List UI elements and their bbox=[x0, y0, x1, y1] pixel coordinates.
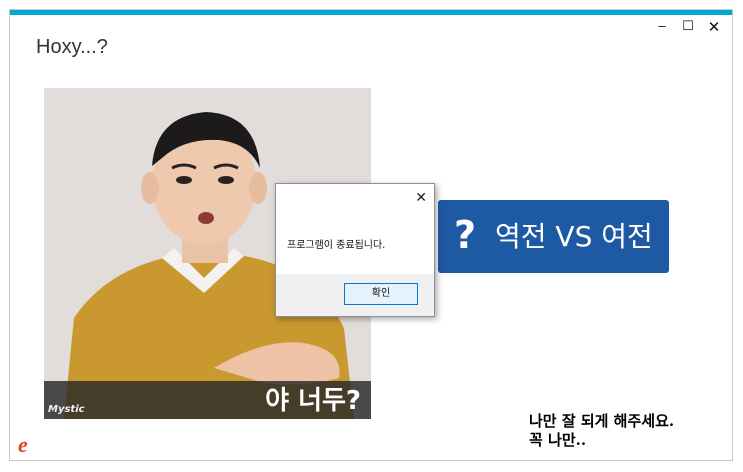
maximize-button[interactable]: ☐ bbox=[679, 18, 697, 36]
app-window: Hoxy...? ‒ ☐ ✕ Mystic 야 너두? ? 역전 VS 여전 ✕ bbox=[9, 9, 733, 461]
dialog-footer: 확인 bbox=[276, 274, 434, 316]
window-title: Hoxy...? bbox=[36, 36, 108, 58]
reversal-button-label: 역전 VS 여전 bbox=[495, 220, 653, 253]
message-dialog: ✕ 프로그램이 종료됩니다. 확인 bbox=[275, 183, 435, 317]
dialog-message: 프로그램이 종료됩니다. bbox=[287, 240, 386, 251]
internet-explorer-icon[interactable]: e bbox=[18, 432, 28, 458]
photo-brand: Mystic bbox=[48, 404, 85, 415]
title-accent-bar bbox=[10, 10, 732, 15]
wish-line-2: 꼭 나만.. bbox=[529, 431, 587, 449]
dialog-close-icon[interactable]: ✕ bbox=[415, 190, 427, 206]
wish-note: 나만 잘 되게 해주세요. 꼭 나만.. bbox=[529, 412, 674, 450]
reversal-button[interactable]: ? 역전 VS 여전 bbox=[438, 200, 669, 273]
wish-line-1: 나만 잘 되게 해주세요. bbox=[529, 412, 675, 430]
close-button[interactable]: ✕ bbox=[705, 18, 723, 36]
photo-caption: 야 너두? bbox=[265, 386, 361, 416]
ok-button[interactable]: 확인 bbox=[344, 283, 418, 305]
question-icon: ? bbox=[454, 213, 477, 257]
minimize-button[interactable]: ‒ bbox=[653, 18, 671, 36]
